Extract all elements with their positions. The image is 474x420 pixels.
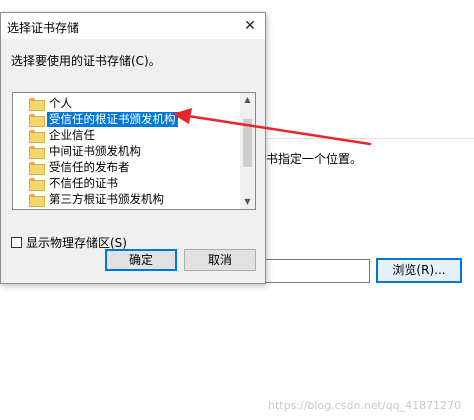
folder-icon — [29, 113, 45, 127]
tree-item-label: 企业信任 — [49, 127, 95, 142]
scrollbar-thumb[interactable] — [243, 119, 252, 167]
scroll-down-icon[interactable]: ▼ — [240, 195, 255, 209]
background-hint-text: 书指定一个位置。 — [266, 152, 363, 166]
tree-scrollbar[interactable]: ▲ ▼ — [240, 93, 255, 209]
cancel-button[interactable]: 取消 — [184, 249, 256, 271]
tree-item-trusted-root[interactable]: 受信任的根证书颁发机构 — [29, 111, 178, 127]
folder-icon — [29, 161, 45, 175]
tree-item-enterprise-trust[interactable]: 企业信任 — [29, 127, 97, 143]
dialog-title: 选择证书存储 — [7, 21, 80, 35]
tree-item-label: 中间证书颁发机构 — [49, 143, 141, 158]
certificate-store-tree[interactable]: 个人 受信任的根证书颁发机构 企业信任 中间证书颁发机构 受信任的发布者 不信任… — [12, 92, 256, 210]
show-physical-checkbox[interactable] — [11, 237, 22, 248]
ok-button[interactable]: 确定 — [105, 249, 177, 271]
tree-item-label: 第三方根证书颁发机构 — [49, 191, 164, 206]
close-icon[interactable]: ✕ — [239, 16, 261, 36]
folder-icon — [29, 193, 45, 207]
dialog-titlebar[interactable]: 选择证书存储 ✕ — [1, 13, 265, 39]
folder-icon — [29, 97, 45, 111]
tree-item-third-party-root[interactable]: 第三方根证书颁发机构 — [29, 191, 166, 207]
tree-item-label: 个人 — [49, 95, 72, 110]
tree-item-label: 受信任的发布者 — [49, 159, 130, 174]
tree-item-label: 不信任的证书 — [49, 175, 118, 190]
watermark: https://blog.csdn.net/qq_41871270 — [268, 399, 462, 412]
store-prompt: 选择要使用的证书存储(C)。 — [11, 54, 161, 68]
tree-item-intermediate-ca[interactable]: 中间证书颁发机构 — [29, 143, 143, 159]
folder-icon — [29, 129, 45, 143]
folder-icon — [29, 145, 45, 159]
tree-item-personal[interactable]: 个人 — [29, 95, 74, 111]
select-certificate-store-dialog: 选择证书存储 ✕ 选择要使用的证书存储(C)。 个人 受信任的根证书颁发机构 企… — [0, 12, 266, 284]
tree-item-label: 受信任的根证书颁发机构 — [47, 111, 178, 127]
scroll-up-icon[interactable]: ▲ — [240, 93, 255, 107]
folder-icon — [29, 177, 45, 191]
background-divider — [266, 138, 474, 139]
tree-item-trusted-publishers[interactable]: 受信任的发布者 — [29, 159, 132, 175]
browse-button[interactable]: 浏览(R)... — [376, 258, 462, 283]
file-path-input[interactable] — [262, 259, 370, 283]
tree-item-untrusted[interactable]: 不信任的证书 — [29, 175, 120, 191]
